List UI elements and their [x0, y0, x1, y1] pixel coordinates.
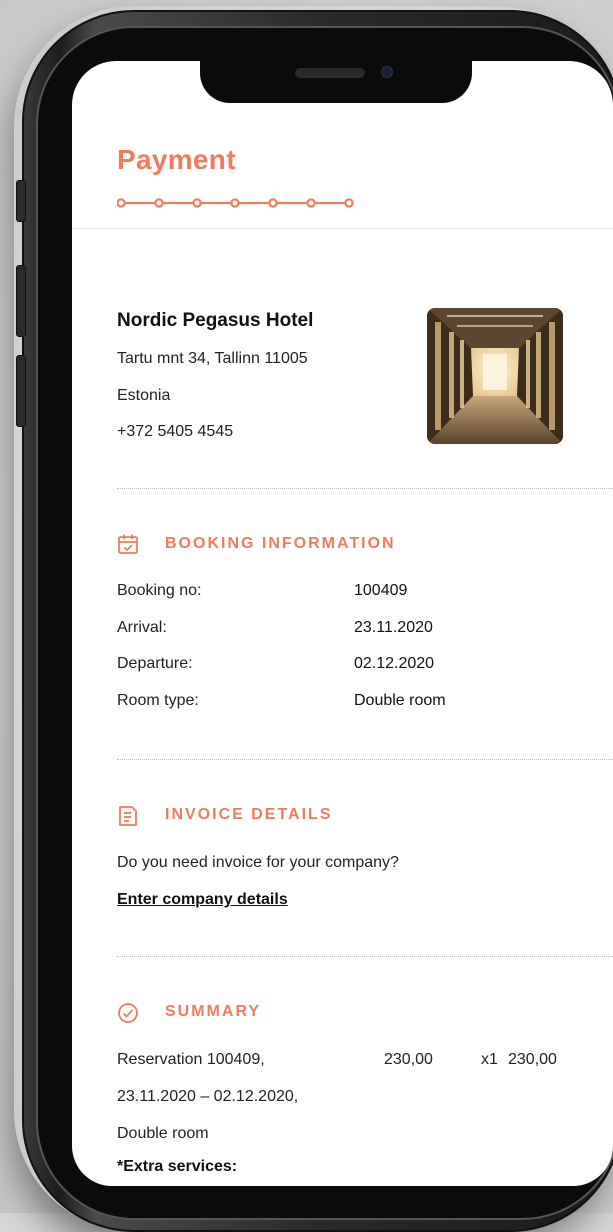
header-divider	[72, 228, 613, 229]
hotel-address: Tartu mnt 34, Tallinn 11005	[117, 350, 308, 367]
speaker-grille	[295, 68, 365, 78]
invoice-question: Do you need invoice for your company?	[117, 854, 399, 871]
booking-value: 23.11.2020	[354, 619, 433, 636]
step-dot	[230, 198, 240, 208]
step-dot	[192, 198, 202, 208]
summary-item-line: Reservation 100409,	[117, 1051, 265, 1068]
invoice-section-title: INVOICE DETAILS	[165, 806, 333, 823]
booking-label: Booking no:	[117, 582, 202, 599]
section-divider	[117, 759, 613, 760]
summary-item-line: Double room	[117, 1125, 209, 1142]
summary-unit-price: 230,00	[384, 1051, 433, 1068]
booking-section-title: BOOKING INFORMATION	[165, 535, 396, 552]
section-divider	[117, 488, 613, 489]
mute-switch	[16, 180, 26, 222]
enter-company-details-link[interactable]: Enter company details	[117, 891, 288, 909]
calendar-check-icon	[118, 534, 138, 554]
check-circle-icon	[118, 1003, 138, 1023]
booking-label: Arrival:	[117, 619, 167, 636]
step-dot	[117, 198, 126, 208]
volume-down-button	[16, 355, 26, 427]
volume-up-button	[16, 265, 26, 337]
summary-total: 230,00	[508, 1051, 557, 1068]
booking-label: Departure:	[117, 655, 193, 672]
step-dot	[306, 198, 316, 208]
document-icon	[119, 806, 137, 826]
hotel-country: Estonia	[117, 387, 171, 404]
summary-item-line: 23.11.2020 – 02.12.2020,	[117, 1088, 299, 1105]
section-divider	[117, 956, 613, 957]
step-progress-indicator	[117, 198, 354, 208]
app-screen: Payment Nordic Pegasus Hotel Tartu mnt 3…	[72, 61, 613, 1186]
summary-section-title: SUMMARY	[165, 1003, 262, 1020]
hotel-photo	[427, 308, 563, 444]
extra-services-label: *Extra services:	[117, 1158, 238, 1175]
step-dot	[344, 198, 354, 208]
booking-value: 100409	[354, 582, 408, 599]
front-camera	[381, 66, 393, 78]
booking-label: Room type:	[117, 692, 199, 709]
hotel-phone: +372 5405 4545	[117, 423, 234, 440]
page-title: Payment	[117, 144, 236, 175]
hotel-name: Nordic Pegasus Hotel	[117, 310, 314, 331]
booking-value: 02.12.2020	[354, 655, 435, 672]
step-dot	[268, 198, 278, 208]
summary-quantity: x1	[481, 1051, 498, 1068]
step-dot	[154, 198, 164, 208]
booking-value: Double room	[354, 692, 446, 709]
